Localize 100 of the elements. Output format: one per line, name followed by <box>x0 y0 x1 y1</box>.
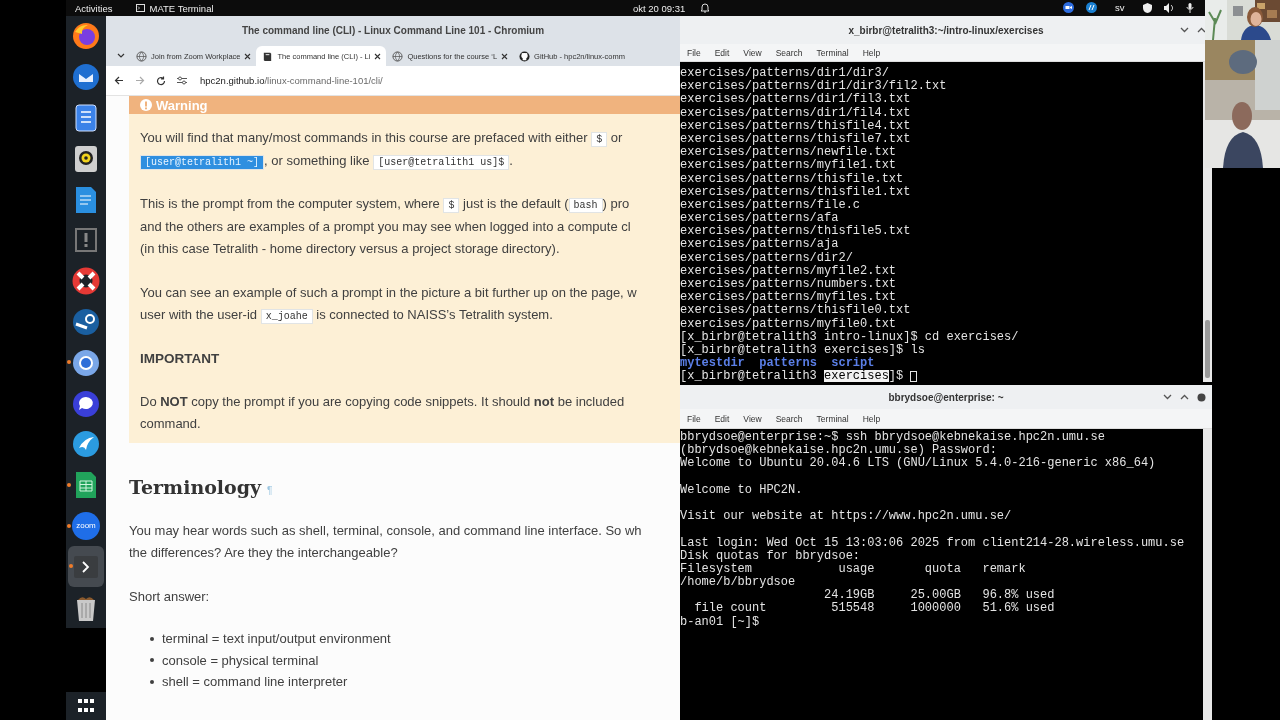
app-icon <box>72 307 100 336</box>
close-icon[interactable] <box>374 52 382 60</box>
terminal-text: Disk quotas for bbrydsoe: <box>680 549 861 563</box>
terminal-text: [x_birbr@tetralith3 <box>680 370 818 382</box>
dock-item[interactable] <box>68 546 104 588</box>
dock-item[interactable]: zoom <box>66 505 106 547</box>
inline-code: bash <box>568 198 603 213</box>
menu-item[interactable]: Terminal <box>809 47 856 58</box>
paragraph-text: the differences? Are they the interchangeable? <box>129 545 398 560</box>
minimize-icon <box>1163 394 1172 400</box>
video-call-icon[interactable] <box>1063 2 1074 13</box>
menu-item[interactable]: Terminal <box>809 413 856 424</box>
speaker-icon <box>74 144 98 173</box>
menu-item[interactable]: Search <box>768 47 810 58</box>
inline-code: $ <box>591 132 608 147</box>
alert-icon <box>75 228 97 253</box>
activities-button[interactable]: Activities <box>75 2 113 14</box>
terminal-text: 24.19GB 25.00GB 96.8% used <box>823 589 1055 603</box>
globe-icon <box>392 50 404 62</box>
close-icon[interactable] <box>244 52 252 60</box>
minimize-button[interactable] <box>1163 394 1172 400</box>
chevron-down-icon <box>117 52 125 58</box>
terminal-text: exercises/patterns/thisfile5.txt <box>680 225 911 239</box>
document-icon <box>75 185 97 214</box>
paragraph-text: ) pro <box>602 196 630 211</box>
back-button[interactable] <box>114 76 124 85</box>
reload-button[interactable] <box>156 75 166 86</box>
bullet-dot <box>150 636 154 641</box>
maximize-icon <box>1180 394 1189 400</box>
browser-icon <box>72 22 100 51</box>
list-item-text: terminal = text input/output environment <box>162 631 391 647</box>
terminal-text: exercises/patterns/dir1/dir3/ <box>680 67 889 80</box>
paragraph-text: You can see an example of such a prompt in the picture a bit further up on the page, w <box>140 284 637 300</box>
paragraph-text: , or something like <box>264 152 371 168</box>
lifebuoy-icon <box>72 267 100 296</box>
selected-code: [user@tetralith1 ~] <box>140 154 265 170</box>
cat-logo-icon <box>519 50 531 62</box>
app-grid-icon[interactable] <box>78 699 94 713</box>
keyboard-layout[interactable]: sv <box>1115 2 1125 13</box>
maximize-button[interactable] <box>1180 394 1189 400</box>
paragraph-text: (in this case Tetralith - home directory versus a project storage directory). <box>140 241 560 256</box>
terminal-text: ]$ <box>888 370 905 382</box>
paragraph-text: is connected to NAISS’s Tetralith system. <box>315 307 553 322</box>
terminal-text: exercises/patterns/myfile2.txt <box>680 264 897 278</box>
spreadsheet-icon <box>75 471 97 500</box>
browser-icon <box>72 348 100 377</box>
menu-item[interactable]: Edit <box>707 47 737 58</box>
paragraph-text: . <box>509 152 513 168</box>
terminal-text: exercises/patterns/afa <box>680 212 839 226</box>
terminal-text: exercises/patterns/myfiles.txt <box>680 291 897 305</box>
paragraph-text: user with the user-id <box>140 307 259 322</box>
paragraph-text: and the others are examples of a prompt you may see when logged into a compute cl <box>140 218 631 234</box>
mail-icon <box>72 63 100 92</box>
menu-item[interactable]: View <box>736 47 769 58</box>
menu-item[interactable]: Search <box>768 413 810 424</box>
close-button[interactable] <box>1197 392 1206 402</box>
terminal-text: Visit our website at https://www.hpc2n.umu.se/ <box>680 510 1012 524</box>
menu-item[interactable]: File <box>680 47 708 58</box>
window-title: bbrydsoe@enterprise: ~ <box>888 391 1004 403</box>
terminal-text: bbrydsoe@enterprise:~$ ssh bbrydsoe@kebnekaise.hpc2n.umu.se <box>680 431 1105 444</box>
warning-title: Warning <box>156 97 208 113</box>
close-icon[interactable] <box>501 52 509 60</box>
terminal-icon <box>136 4 146 12</box>
shield-icon[interactable] <box>1142 2 1152 13</box>
microphone-icon[interactable] <box>1185 2 1194 13</box>
minimize-button[interactable] <box>1180 27 1189 33</box>
terminal-text: exercises/patterns/aja <box>680 238 839 252</box>
site-info-button[interactable] <box>177 76 187 85</box>
menu-item[interactable]: Help <box>855 413 888 424</box>
bell-icon[interactable] <box>700 2 710 13</box>
inline-code: $ <box>443 198 460 213</box>
chat-icon <box>72 389 100 418</box>
window-title: The command line (CLI) - Linux Command Line 101 - Chromium <box>241 24 545 36</box>
paragraph-text: just is the default ( <box>461 196 569 211</box>
terminal-text: exercises/patterns/file.c <box>680 198 861 212</box>
paragraph-text: Do NOT copy the prompt if you are copying code snippets. It should not be included <box>140 393 625 409</box>
exclamation-icon <box>140 99 152 111</box>
terminal-text: exercises/patterns/thisfile.txt <box>680 172 904 186</box>
menu-item[interactable]: Help <box>855 47 888 58</box>
book-icon <box>262 50 274 62</box>
menu-item[interactable]: Edit <box>707 413 737 424</box>
scrollbar[interactable] <box>1203 429 1212 720</box>
bird-icon <box>72 430 100 459</box>
terminal-text: exercises/patterns/myfile1.txt <box>680 159 897 173</box>
section-heading: Terminology <box>129 475 262 498</box>
menu-item[interactable]: File <box>680 413 708 424</box>
sliders-icon <box>177 76 187 85</box>
volume-icon[interactable] <box>1163 2 1174 13</box>
terminal-text: file count 515548 1000000 51.6% used <box>693 602 1055 616</box>
clock[interactable]: okt 20 09:31 <box>633 3 686 14</box>
app-menu[interactable]: MATE Terminal <box>149 2 214 14</box>
address-bar[interactable]: hpc2n.github.io/linux-command-line-101/cli/ <box>200 75 383 86</box>
terminal-text: exercises/patterns/numbers.txt <box>680 278 897 291</box>
app-logo: zoom <box>72 511 100 540</box>
paragraph-text: Short answer: <box>129 588 210 604</box>
directory-name: script <box>831 357 875 371</box>
inline-code: [user@tetralith1 us]$ <box>373 154 510 170</box>
terminal-text: Last login: Wed Oct 15 13:03:06 2025 from client214-28.wireless.umu.se <box>680 536 1185 550</box>
terminal-text: exercises/patterns/dir1/fil3.txt <box>680 93 911 107</box>
menu-item[interactable]: View <box>736 413 769 424</box>
